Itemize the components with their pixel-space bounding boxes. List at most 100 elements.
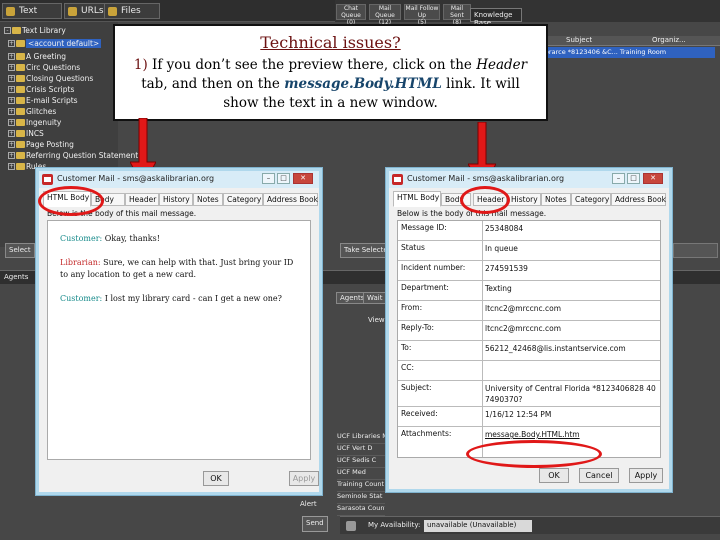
library-tabs: Text URLs Files <box>0 0 335 22</box>
expand-icon[interactable]: + <box>8 40 15 47</box>
expand-icon[interactable]: + <box>8 119 15 126</box>
folder-icon <box>12 27 21 34</box>
expand-icon[interactable]: + <box>8 86 15 93</box>
expand-icon[interactable]: + <box>8 64 15 71</box>
folder-icon <box>16 119 25 126</box>
minimize-icon[interactable]: – <box>262 173 275 184</box>
tree-item[interactable]: + E-mail Scripts <box>8 96 78 107</box>
expand-icon[interactable]: + <box>8 163 15 170</box>
select-button[interactable]: Select <box>5 243 35 258</box>
maximize-icon[interactable]: □ <box>277 173 290 184</box>
expand-icon[interactable]: + <box>8 130 15 137</box>
tab-notes[interactable]: Notes <box>541 193 571 206</box>
folder-icon <box>16 108 25 115</box>
folder-icon <box>16 40 25 47</box>
html-body-pane[interactable]: Customer: Okay, thanks! Librarian: Sure,… <box>47 220 311 460</box>
text-tab-icon <box>6 7 15 16</box>
tab-history[interactable]: History <box>507 193 541 206</box>
agent-row[interactable]: Sarasota Count <box>337 504 385 516</box>
view-label: View <box>368 316 385 324</box>
tab-category[interactable]: Category <box>223 193 263 206</box>
dialog-title: Customer Mail - sms@askalibrarian.org <box>57 174 215 183</box>
folder-icon <box>16 97 25 104</box>
collapse-icon[interactable]: - <box>4 27 11 34</box>
tree-item[interactable]: + Page Posting <box>8 140 74 151</box>
tree-item[interactable]: + A Greeting <box>8 52 66 63</box>
expand-icon[interactable]: + <box>8 152 15 159</box>
tab-address-book[interactable]: Address Book <box>611 193 666 206</box>
message-body-html-link[interactable]: message.Body.HTML.htm <box>485 429 660 440</box>
agent-row[interactable]: UCF Vert D <box>337 444 385 456</box>
ok-button[interactable]: OK <box>203 471 229 486</box>
tree-item[interactable]: + Closing Questions <box>8 74 93 85</box>
tab-header[interactable]: Header <box>125 193 159 206</box>
tab-mail-follow-up[interactable]: Mail Follow Up (5) <box>404 4 440 26</box>
highlight-ring-header-tab <box>460 186 510 214</box>
tree-item[interactable]: - Text Library <box>4 26 66 37</box>
cancel-button[interactable]: Cancel <box>579 468 619 483</box>
tree-item[interactable]: + Glitches <box>8 107 56 118</box>
expand-icon[interactable]: + <box>8 141 15 148</box>
customer-mail-dialog-html-body: Customer Mail - sms@askalibrarian.org – … <box>36 168 322 495</box>
expand-icon[interactable]: + <box>8 97 15 104</box>
header-row: To: 56212_42468@lis.instantservice.com <box>398 341 660 361</box>
tab-mail-sent[interactable]: Mail Sent (8) <box>443 4 471 26</box>
tab-category[interactable]: Category <box>571 193 611 206</box>
tree-item-selected[interactable]: + <account default> <box>8 39 102 50</box>
apply-button[interactable]: Apply <box>289 471 319 486</box>
tab-html-body[interactable]: HTML Body <box>393 191 441 207</box>
header-row: CC: <box>398 361 660 381</box>
apply-button[interactable]: Apply <box>629 468 663 483</box>
tree-item[interactable]: + Referring Question Statements <box>8 151 142 162</box>
queue-row-selected[interactable]: ibrarce *8123406 &C... Training Room <box>540 47 715 58</box>
agent-row[interactable]: Seminole Stat <box>337 492 385 504</box>
column-header-subject[interactable]: Subject <box>566 36 592 44</box>
header-row: Received: 1/16/12 12:54 PM <box>398 407 660 427</box>
tab-mail-queue[interactable]: Mail Queue (12) <box>369 4 401 26</box>
close-icon[interactable]: ✕ <box>293 173 313 184</box>
message-line: Librarian: Sure, we can help with that. … <box>60 258 294 279</box>
tree-item[interactable]: + Crisis Scripts <box>8 85 74 96</box>
header-row: Reply-To: ltcnc2@mrccnc.com <box>398 321 660 341</box>
availability-bar: My Availability: unavailable (Unavailabl… <box>340 516 720 534</box>
send-button[interactable]: Send <box>302 516 328 532</box>
tab-history[interactable]: History <box>159 193 193 206</box>
tab-knowledge-base[interactable]: Knowledge Base <box>470 8 522 27</box>
tree-item[interactable]: + Circ Questions <box>8 63 80 74</box>
callout-body: 1) If you don’t see the preview there, c… <box>133 57 528 111</box>
agent-row[interactable]: Training Count <box>337 480 385 492</box>
agent-row[interactable]: UCF Med <box>337 468 385 480</box>
urls-tab-icon <box>68 7 77 16</box>
expand-icon[interactable]: + <box>8 108 15 115</box>
queue-grid-header: Subject Organiz... <box>540 36 720 46</box>
take-selected-button[interactable]: Take Selected <box>340 243 388 258</box>
header-table: Message ID: 25348084 Status In queue Incid… <box>398 221 660 457</box>
queue-action-buttons[interactable] <box>673 243 718 258</box>
availability-icon <box>346 521 356 531</box>
files-tab-icon <box>108 7 117 16</box>
alert-label[interactable]: Alert <box>300 500 317 508</box>
tree-item[interactable]: + INCS <box>8 129 44 140</box>
agent-row[interactable]: UCF Libraries M <box>337 432 385 444</box>
minimize-icon[interactable]: – <box>612 173 625 184</box>
expand-icon[interactable]: + <box>8 53 15 60</box>
tab-wait[interactable]: Wait <box>363 292 387 304</box>
ok-button[interactable]: OK <box>539 468 569 483</box>
close-icon[interactable]: ✕ <box>643 173 663 184</box>
tab-chat-queue[interactable]: Chat Queue (0) <box>336 4 366 26</box>
tab-files[interactable]: Files <box>104 3 160 19</box>
message-line: Customer: I lost my library card - can I… <box>60 294 282 303</box>
header-row: Subject: University of Central Florida *8… <box>398 381 660 407</box>
agent-row[interactable]: UCF Sedis C <box>337 456 385 468</box>
column-header-organization[interactable]: Organiz... <box>652 36 686 44</box>
availability-dropdown[interactable]: unavailable (Unavailable) <box>424 520 532 532</box>
expand-icon[interactable]: + <box>8 75 15 82</box>
folder-icon <box>16 130 25 137</box>
tree-item[interactable]: + Ingenuity <box>8 118 61 129</box>
tab-text[interactable]: Text <box>2 3 62 19</box>
highlight-ring-html-body <box>38 186 104 216</box>
tab-address-book[interactable]: Address Book <box>263 193 318 206</box>
tab-notes[interactable]: Notes <box>193 193 223 206</box>
maximize-icon[interactable]: □ <box>627 173 640 184</box>
header-row: Message ID: 25348084 <box>398 221 660 241</box>
